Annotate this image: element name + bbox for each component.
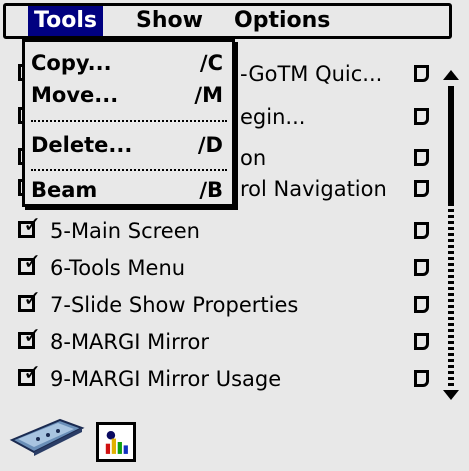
list-item-label: egin... [240,105,306,129]
note-icon[interactable] [414,333,429,350]
note-icon[interactable] [414,149,429,166]
list-item-label: 8-MARGI Mirror [50,330,210,354]
menu-item-copy[interactable]: Copy... ∕C [31,46,227,80]
checkbox[interactable]: ✓ [18,326,41,349]
menu-item-label: Copy... [31,51,112,75]
note-icon[interactable] [414,370,429,387]
note-icon[interactable] [414,65,429,82]
menu-item-shortcut: ∕B [199,178,223,202]
scroll-up-arrow-icon[interactable] [443,70,459,80]
scroll-down-arrow-icon[interactable] [443,390,459,400]
note-icon[interactable] [414,222,429,239]
checkbox[interactable]: ✓ [18,252,41,275]
menu-bar: Tools Show Options [3,3,452,39]
menu-separator [31,120,227,122]
menu-item-label: Move... [31,83,119,107]
check-icon: ✓ [23,213,42,238]
list-item-label: 5-Main Screen [50,219,200,243]
check-icon: ✓ [23,324,42,349]
list-item[interactable]: ✓ 6-Tools Menu [18,250,438,286]
palm-screen: Tools Show Options -GoTM Quic... egin...… [0,0,469,471]
menu-item-label: Delete... [31,133,133,157]
checkbox[interactable]: ✓ [18,363,41,386]
list-item[interactable]: ✓ 5-Main Screen [18,213,438,249]
menu-item-shortcut: ∕D [197,133,223,157]
list-item-label: 7-Slide Show Properties [50,293,299,317]
menu-item-label: Beam [31,178,98,202]
beam-device-icon[interactable] [8,406,86,456]
tools-dropdown-menu: Copy... ∕C Move... ∕M Delete... ∕D Beam … [22,39,235,207]
menu-item-move[interactable]: Move... ∕M [31,78,227,112]
note-icon[interactable] [414,180,429,197]
check-icon: ✓ [23,361,42,386]
menu-tools[interactable]: Tools [28,6,103,36]
note-icon[interactable] [414,108,429,125]
list-item[interactable]: ✓ 9-MARGI Mirror Usage [18,361,438,397]
chart-app-icon[interactable] [96,422,136,462]
list-item[interactable]: ✓ 7-Slide Show Properties [18,287,438,323]
note-icon[interactable] [414,296,429,313]
menu-separator [31,169,227,171]
list-item-label: 9-MARGI Mirror Usage [50,367,282,391]
menu-show[interactable]: Show [130,6,209,36]
checkbox[interactable]: ✓ [18,289,41,312]
menu-item-delete[interactable]: Delete... ∕D [31,128,227,162]
check-icon: ✓ [23,287,42,312]
list-item-label: -GoTM Quic... [240,62,383,86]
menu-item-shortcut: ∕C [199,51,223,75]
note-icon[interactable] [414,259,429,276]
list-item-label: 6-Tools Menu [50,256,186,280]
menu-item-beam[interactable]: Beam ∕B [31,173,227,207]
list-item[interactable]: ✓ 8-MARGI Mirror [18,324,438,360]
menu-options[interactable]: Options [228,6,336,36]
check-icon: ✓ [23,250,42,275]
checkbox[interactable]: ✓ [18,215,41,238]
menu-item-shortcut: ∕M [194,83,223,107]
list-item-label: rol Navigation [240,177,387,201]
scrollbar-thumb[interactable] [448,86,454,204]
